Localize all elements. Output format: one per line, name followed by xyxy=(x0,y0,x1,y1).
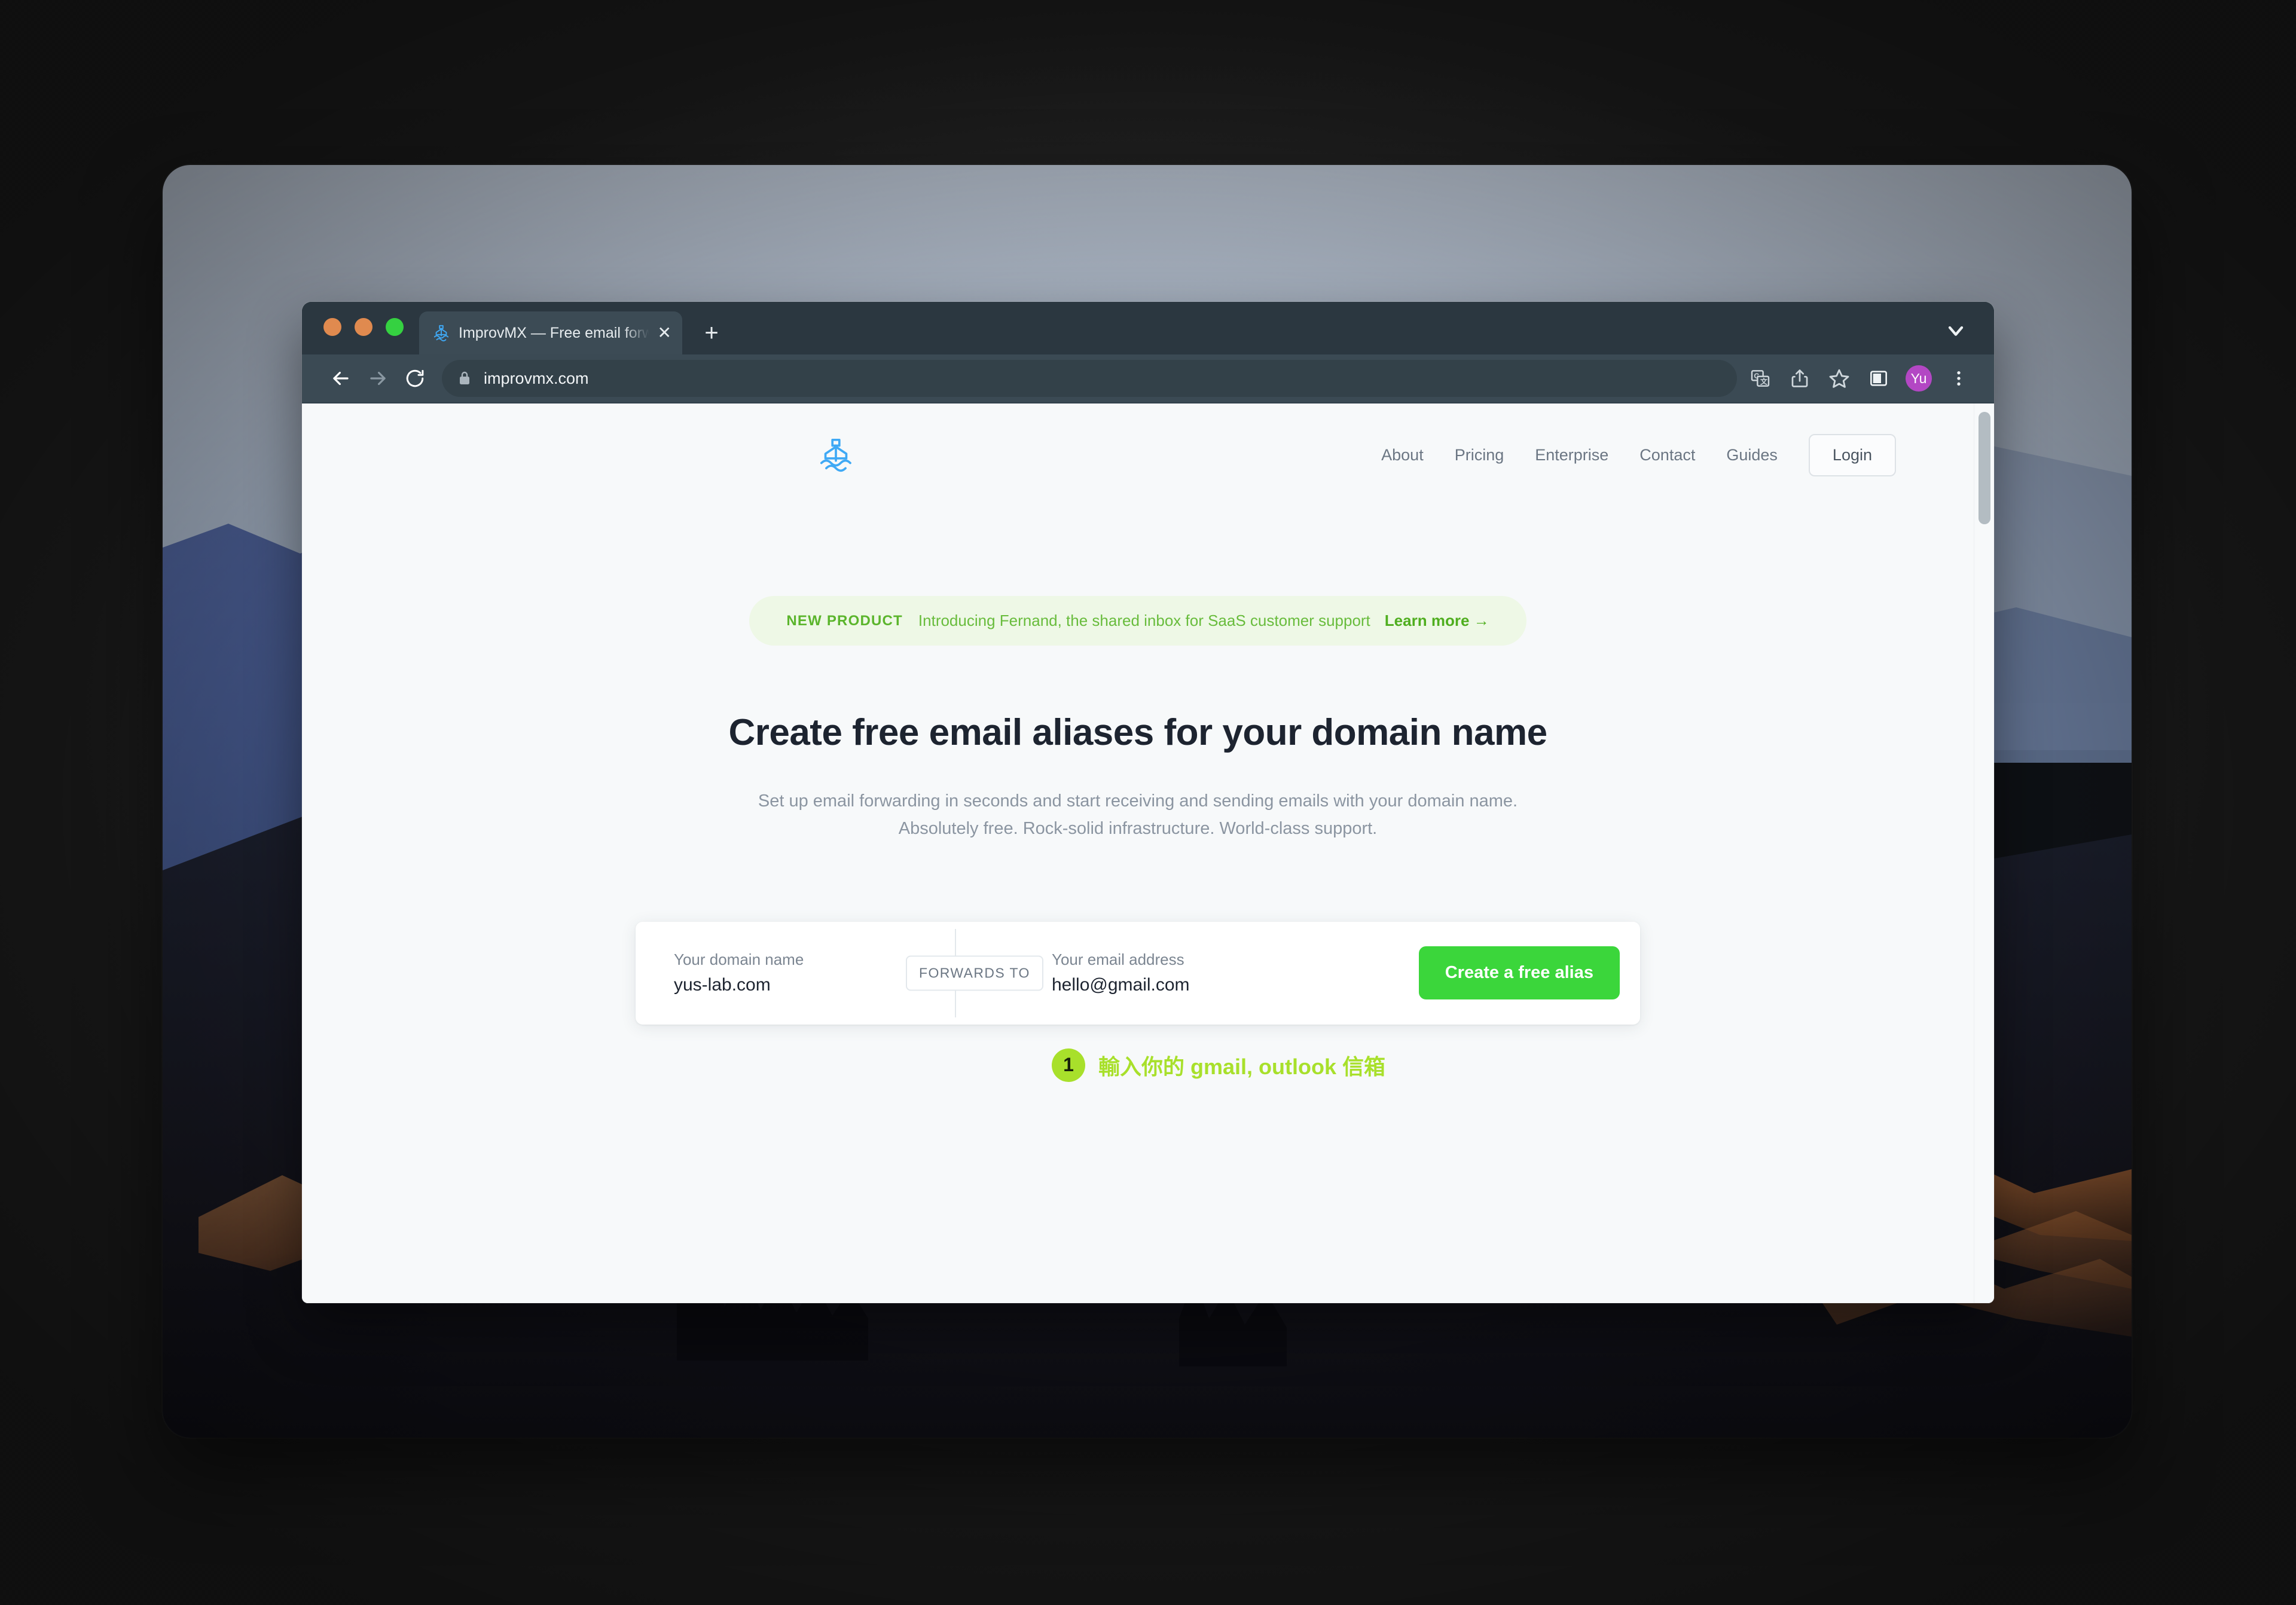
back-arrow-icon[interactable] xyxy=(322,360,359,397)
nav-link-about[interactable]: About xyxy=(1366,446,1439,464)
page-title: Create free email aliases for your domai… xyxy=(728,712,1547,753)
nav-link-guides[interactable]: Guides xyxy=(1711,446,1793,464)
nav-link-contact[interactable]: Contact xyxy=(1624,446,1711,464)
browser-window: ImprovMX — Free email forward ✕ + xyxy=(302,302,1994,1303)
annotation-step-badge: 1 xyxy=(1051,1048,1085,1082)
hero-subtitle-line-2: Absolutely free. Rock-solid infrastructu… xyxy=(898,819,1378,839)
browser-tab[interactable]: ImprovMX — Free email forward ✕ xyxy=(419,311,682,354)
announcement-tag: NEW PRODUCT xyxy=(786,612,903,629)
page-content: About Pricing Enterprise Contact Guides … xyxy=(302,403,1974,1303)
site-header: About Pricing Enterprise Contact Guides … xyxy=(302,403,1974,506)
page-scrollbar[interactable] xyxy=(1974,403,1994,1303)
tab-close-icon[interactable]: ✕ xyxy=(658,325,671,341)
browser-tab-title: ImprovMX — Free email forward xyxy=(459,324,649,341)
announcement-learn-more-link[interactable]: Learn more → xyxy=(1385,612,1489,630)
address-bar-url: improvmx.com xyxy=(484,369,589,387)
announcement-banner[interactable]: NEW PRODUCT Introducing Fernand, the sha… xyxy=(749,596,1526,646)
lock-icon xyxy=(457,370,472,387)
scrollbar-thumb[interactable] xyxy=(1979,412,1990,524)
window-maximize-button[interactable] xyxy=(386,318,404,336)
ship-favicon-icon xyxy=(432,324,450,342)
browser-tab-strip: ImprovMX — Free email forward ✕ + xyxy=(302,302,1994,354)
nav-link-pricing[interactable]: Pricing xyxy=(1439,446,1520,464)
annotation-overlay: 1 輸入你的 gmail, outlook 信箱 xyxy=(302,1048,1974,1082)
address-bar[interactable]: improvmx.com xyxy=(442,360,1737,397)
page-viewport: About Pricing Enterprise Contact Guides … xyxy=(302,403,1994,1303)
hero-section: NEW PRODUCT Introducing Fernand, the sha… xyxy=(302,506,1974,1082)
window-minimize-button[interactable] xyxy=(355,318,373,336)
side-panel-icon[interactable] xyxy=(1860,360,1897,397)
login-button[interactable]: Login xyxy=(1808,433,1896,476)
create-free-alias-button[interactable]: Create a free alias xyxy=(1418,946,1620,1000)
desktop-backdrop: ImprovMX — Free email forward ✕ + xyxy=(0,0,2296,1605)
three-dot-menu-icon[interactable] xyxy=(1940,360,1977,397)
hero-subtitle-line-1: Set up email forwarding in seconds and s… xyxy=(758,791,1518,811)
announcement-text: Introducing Fernand, the shared inbox fo… xyxy=(918,612,1370,629)
profile-avatar[interactable]: Yu xyxy=(1906,365,1932,392)
nav-link-enterprise[interactable]: Enterprise xyxy=(1519,446,1624,464)
improvmx-ship-logo-icon[interactable] xyxy=(817,436,854,473)
reload-icon[interactable] xyxy=(396,360,433,397)
site-navigation: About Pricing Enterprise Contact Guides … xyxy=(1366,433,1908,476)
window-traffic-lights xyxy=(323,302,404,354)
toolbar-actions: G 文 Yu xyxy=(1737,360,1977,397)
chevron-down-icon[interactable] xyxy=(1944,319,1968,343)
share-icon[interactable] xyxy=(1781,360,1818,397)
email-address-value: hello@gmail.com xyxy=(1052,975,1190,995)
hero-subtitle: Set up email forwarding in seconds and s… xyxy=(302,787,1974,843)
translate-icon[interactable]: G 文 xyxy=(1742,360,1779,397)
window-close-button[interactable] xyxy=(323,318,341,336)
email-address-label: Your email address xyxy=(1052,950,1184,969)
forwards-to-badge: FORWARDS TO xyxy=(906,955,1043,991)
forward-arrow-icon xyxy=(359,360,396,397)
alias-signup-form: Your domain name yus-lab.com FORWARDS TO… xyxy=(636,921,1640,1025)
svg-text:文: 文 xyxy=(1760,377,1768,386)
bookmark-star-icon[interactable] xyxy=(1821,360,1858,397)
new-tab-button[interactable]: + xyxy=(698,321,725,345)
browser-toolbar: improvmx.com G 文 Yu xyxy=(302,354,1994,403)
annotation-text: 輸入你的 gmail, outlook 信箱 xyxy=(1098,1054,1385,1079)
email-address-field[interactable]: Your email address hello@gmail.com xyxy=(1052,950,1399,995)
